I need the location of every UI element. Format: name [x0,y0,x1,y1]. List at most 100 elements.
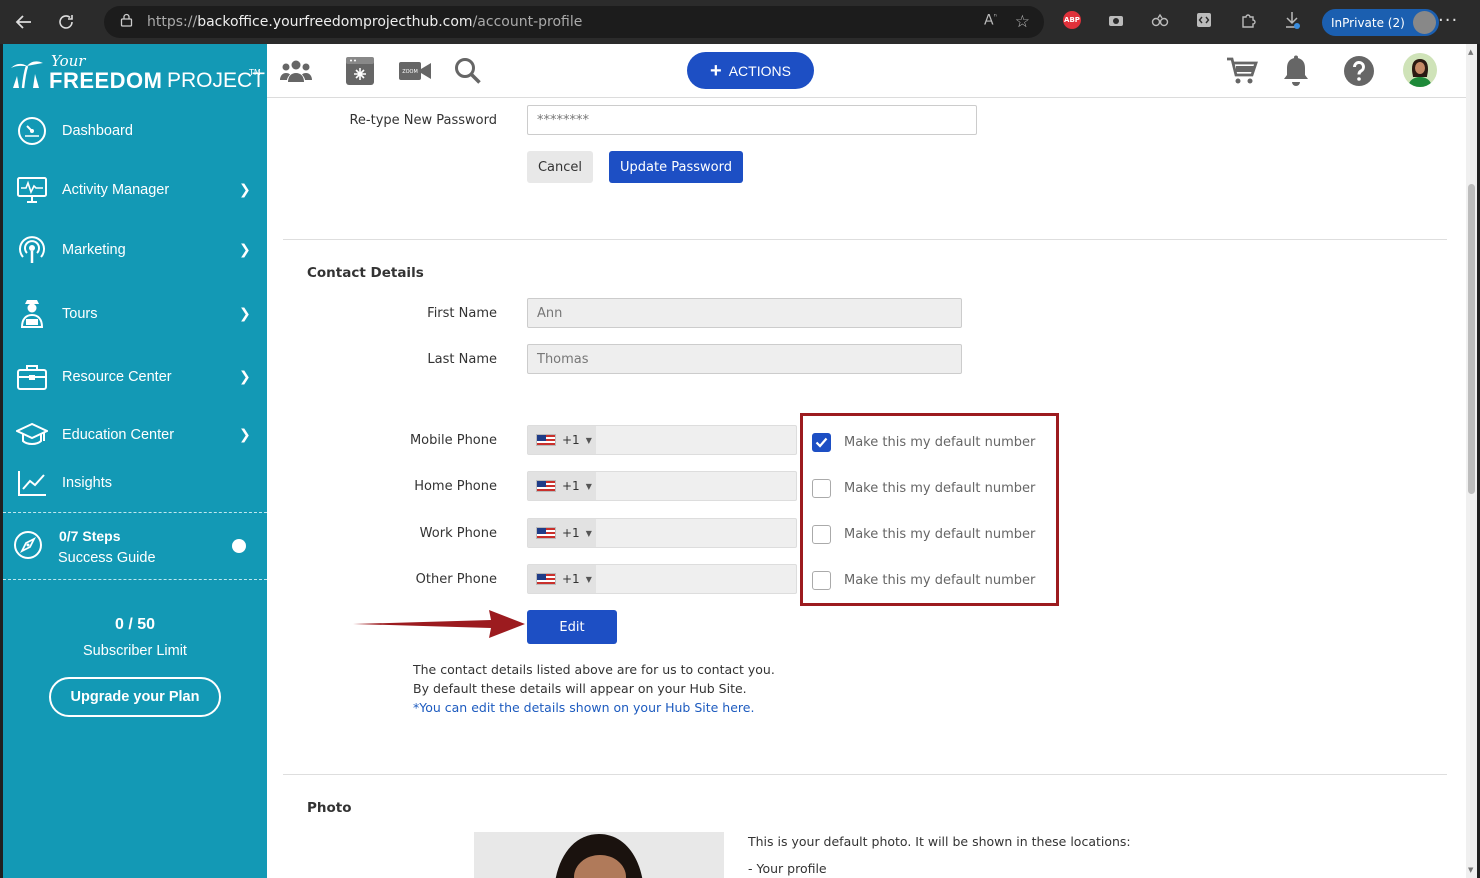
scroll-up-icon[interactable]: ▲ [1468,48,1473,56]
retype-password-label: Re-type New Password [349,113,497,128]
sidebar-item-marketing[interactable]: Marketing ❯ [3,225,267,275]
user-avatar[interactable] [1403,53,1437,87]
last-name-field[interactable]: Thomas [527,344,962,374]
country-code-select[interactable]: +1 ▼ [528,472,596,500]
profile-avatar-icon [1412,11,1436,34]
default-number-other[interactable]: Make this my default number [812,570,1035,590]
sidebar-item-activity-manager[interactable]: Activity Manager ❯ [3,165,267,215]
country-code-select[interactable]: +1 ▼ [528,565,596,593]
back-icon[interactable] [6,4,42,40]
plus-icon: + [710,59,722,82]
monitor-pulse-icon [16,174,48,206]
actions-button[interactable]: + ACTIONS [687,52,814,89]
top-bar: ZOOM + ACTIONS [267,44,1466,98]
update-password-button[interactable]: Update Password [609,151,743,183]
sidebar-item-education-center[interactable]: Education Center ❯ [3,410,267,460]
sidebar-item-label: Marketing [62,242,126,258]
default-number-label: Make this my default number [844,480,1036,496]
country-code-select[interactable]: +1 ▼ [528,426,596,454]
scroll-down-icon[interactable]: ▼ [1468,866,1473,874]
home-phone-label: Home Phone [414,479,497,494]
success-guide[interactable]: 0/7 Steps Success Guide [3,512,267,580]
caret-down-icon: ▼ [585,481,592,491]
chevron-right-icon: ❯ [239,427,251,443]
contact-details-title: Contact Details [307,265,424,281]
sidebar-item-label: Education Center [62,427,175,443]
inprivate-badge[interactable]: InPrivate (2) [1322,9,1439,36]
sidebar-item-tours[interactable]: Tours ❯ [3,289,267,339]
abp-badge: ABP [1063,11,1081,29]
logo-tm: TM [249,68,261,77]
hub-site-edit-link[interactable]: *You can edit the details shown on your … [413,700,754,715]
url-host: backoffice.yourfreedomprojecthub.com [197,14,473,30]
caret-down-icon: ▼ [585,574,592,584]
chevron-right-icon: ❯ [239,306,251,322]
first-name-field[interactable]: Ann [527,298,962,328]
mobile-phone-label: Mobile Phone [409,433,497,448]
refresh-icon[interactable] [48,4,84,40]
work-phone-input[interactable]: +1 ▼ [527,518,797,548]
adblock-plus-icon[interactable]: ABP [1060,8,1084,32]
default-number-home[interactable]: Make this my default number [812,478,1035,498]
address-bar[interactable]: https://backoffice.yourfreedomprojecthub… [104,6,1044,38]
chevron-right-icon: ❯ [239,369,251,385]
graduation-cap-icon [16,419,48,451]
default-number-mobile[interactable]: Make this my default number [812,432,1035,452]
briefcase-icon [16,361,48,393]
sidebar-item-label: Dashboard [62,123,133,139]
upgrade-plan-button[interactable]: Upgrade your Plan [49,677,221,717]
subscriber-count: 0 / 50 [114,616,156,633]
country-code: +1 [562,526,580,540]
guide-status-dot [232,539,246,553]
mobile-phone-input[interactable]: +1 ▼ [527,425,797,455]
app-launcher-icon[interactable] [343,54,377,88]
edit-button[interactable]: Edit [527,610,617,644]
scroll-thumb[interactable] [1468,184,1475,494]
subscriber-limit-label: Subscriber Limit [83,643,187,659]
sidebar-item-label: Tours [62,306,98,322]
country-code-select[interactable]: +1 ▼ [528,519,596,547]
favorite-star-icon[interactable]: ☆ [1015,12,1030,32]
read-aloud-icon[interactable]: Aⁿ [984,12,997,32]
search-icon[interactable] [451,54,485,88]
default-number-work[interactable]: Make this my default number [812,524,1035,544]
zoom-label: ZOOM [402,69,418,75]
caret-down-icon: ▼ [585,528,592,538]
url-path: /account-profile [472,14,583,30]
downloads-icon[interactable] [1280,8,1304,32]
checkbox[interactable] [812,524,831,544]
more-options-icon[interactable]: ··· [1438,10,1458,31]
help-icon[interactable] [1342,54,1376,88]
sidebar-item-label: Resource Center [62,369,172,385]
app-window: Your FREEDOM PROJECT TM Dashboard Activi… [3,44,1477,878]
checkbox[interactable] [812,478,831,498]
default-number-label: Make this my default number [844,572,1036,588]
checkbox-checked[interactable] [812,432,831,452]
retype-password-input[interactable]: ******** [527,105,977,135]
team-icon[interactable] [279,54,313,88]
sidebar-item-resource-center[interactable]: Resource Center ❯ [3,352,267,402]
cancel-button[interactable]: Cancel [527,151,593,183]
contact-note-line2: By default these details will appear on … [413,681,747,696]
home-phone-input[interactable]: +1 ▼ [527,471,797,501]
sidebar-item-dashboard[interactable]: Dashboard [3,106,267,156]
cart-icon[interactable] [1225,54,1259,88]
other-phone-input[interactable]: +1 ▼ [527,564,797,594]
brand-logo[interactable]: Your FREEDOM PROJECT TM [9,50,265,94]
compass-icon [14,531,42,559]
main-content: Re-type New Password ******** Cancel Upd… [267,98,1466,878]
retype-password-value: ******** [537,112,589,128]
us-flag-icon [536,573,556,585]
extension-puzzle-icon[interactable] [1148,8,1172,32]
sidebar-item-insights[interactable]: Insights [3,458,267,508]
profile-photo[interactable] [474,832,724,878]
dev-tools-icon[interactable] [1192,8,1216,32]
checkbox[interactable] [812,570,831,590]
extensions-icon[interactable] [1236,8,1260,32]
page-scrollbar[interactable]: ▲ ▼ [1466,44,1477,878]
camera-extension-icon[interactable] [1104,8,1128,32]
first-name-value: Ann [537,305,563,321]
zoom-video-icon[interactable]: ZOOM [397,54,433,88]
bell-icon[interactable] [1279,54,1313,88]
palm-tree-logo-icon [11,61,43,89]
